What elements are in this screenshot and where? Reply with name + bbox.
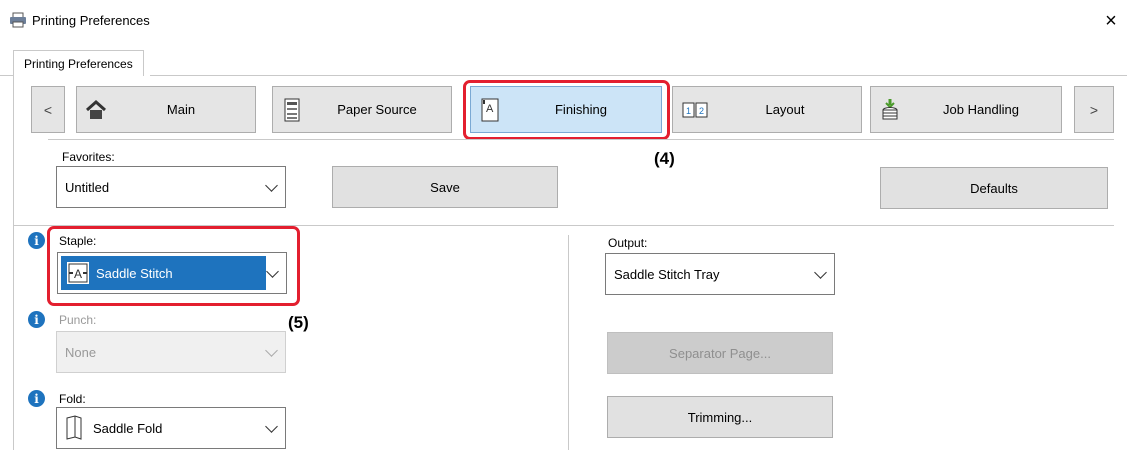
svg-text:2: 2 bbox=[699, 106, 704, 116]
layout-icon: 12 bbox=[681, 98, 709, 122]
trimming-button[interactable]: Trimming... bbox=[607, 396, 833, 438]
defaults-button[interactable]: Defaults bbox=[880, 167, 1108, 209]
close-icon[interactable]: × bbox=[1098, 8, 1124, 34]
punch-select-value: None bbox=[65, 344, 97, 360]
fold-label: Fold: bbox=[59, 392, 86, 406]
fold-select-value: Saddle Fold bbox=[93, 420, 163, 436]
separator-page-button[interactable]: Separator Page... bbox=[607, 332, 833, 374]
tab-printing-preferences[interactable]: Printing Preferences bbox=[13, 50, 144, 77]
printer-icon bbox=[9, 12, 27, 28]
callout-highlight-staple bbox=[47, 226, 300, 306]
chevron-down-icon bbox=[814, 266, 827, 279]
title-bar bbox=[0, 0, 1127, 44]
chevron-down-icon bbox=[265, 420, 278, 433]
nav-prev-button[interactable]: < bbox=[31, 86, 65, 133]
chevron-down-icon bbox=[265, 344, 278, 357]
tab-divider bbox=[0, 75, 13, 76]
column-divider bbox=[568, 235, 569, 450]
callout-highlight-finishing bbox=[463, 80, 670, 140]
fold-select[interactable]: Saddle Fold bbox=[56, 407, 286, 449]
nav-tab-job-handling[interactable]: Job Handling bbox=[870, 86, 1062, 133]
info-icon[interactable]: i bbox=[28, 311, 45, 328]
saddle-fold-icon bbox=[65, 415, 83, 441]
svg-text:1: 1 bbox=[686, 106, 691, 116]
favorites-select-value: Untitled bbox=[65, 179, 110, 195]
paper-tray-icon bbox=[281, 98, 303, 122]
callout-label-4: (4) bbox=[654, 149, 675, 168]
favorites-label: Favorites: bbox=[62, 150, 115, 164]
info-icon[interactable]: i bbox=[28, 390, 45, 407]
nav-tab-layout-label: Layout bbox=[765, 102, 805, 117]
punch-select[interactable]: None bbox=[56, 331, 286, 373]
nav-tab-main-label: Main bbox=[166, 102, 196, 117]
favorites-separator bbox=[48, 139, 1114, 140]
favorites-select[interactable]: Untitled bbox=[56, 166, 286, 208]
nav-tab-paper-source[interactable]: Paper Source bbox=[272, 86, 452, 133]
nav-next-button[interactable]: > bbox=[1074, 86, 1114, 133]
nav-tab-job-handling-label: Job Handling bbox=[943, 102, 1019, 117]
nav-tab-layout[interactable]: 12 Layout bbox=[672, 86, 862, 133]
home-icon bbox=[85, 98, 107, 122]
output-label: Output: bbox=[608, 236, 648, 250]
window-title: Printing Preferences bbox=[32, 13, 150, 28]
chevron-down-icon bbox=[265, 179, 278, 192]
nav-tab-main[interactable]: Main bbox=[76, 86, 256, 133]
punch-label: Punch: bbox=[59, 313, 97, 327]
callout-label-5: (5) bbox=[288, 313, 309, 332]
job-handling-icon bbox=[879, 98, 901, 122]
save-button[interactable]: Save bbox=[332, 166, 558, 208]
nav-tab-paper-source-label: Paper Source bbox=[337, 102, 417, 117]
output-select-value: Saddle Stitch Tray bbox=[614, 266, 720, 282]
output-select[interactable]: Saddle Stitch Tray bbox=[605, 253, 835, 295]
info-icon[interactable]: i bbox=[28, 232, 45, 249]
